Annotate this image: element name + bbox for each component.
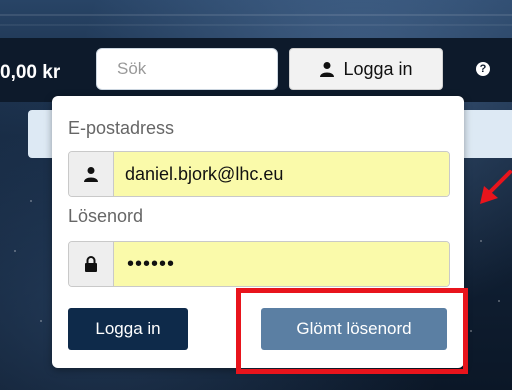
login-toggle-button[interactable]: Logga in: [289, 48, 443, 90]
user-icon-addon: [69, 152, 114, 196]
lock-icon-addon: [69, 242, 114, 286]
password-field[interactable]: ••••••: [114, 242, 449, 286]
user-icon: [320, 62, 335, 77]
user-icon: [84, 167, 98, 182]
highlight-box: [236, 288, 468, 374]
email-input-group: daniel.bjork@lhc.eu: [68, 151, 450, 197]
password-label: Lösenord: [68, 206, 144, 226]
help-icon[interactable]: ?: [476, 62, 490, 76]
login-button[interactable]: Logga in: [68, 308, 188, 350]
lock-icon: [85, 256, 97, 272]
cart-total[interactable]: 0,00 kr: [0, 62, 60, 84]
search-placeholder: Sök: [117, 59, 147, 78]
arrow-icon: [480, 170, 512, 204]
search-input[interactable]: Sök: [96, 48, 278, 90]
email-field[interactable]: daniel.bjork@lhc.eu: [114, 152, 449, 196]
email-label: E-postadress: [68, 118, 175, 138]
password-input-group: ••••••: [68, 241, 450, 287]
login-toggle-label: Logga in: [343, 58, 413, 79]
